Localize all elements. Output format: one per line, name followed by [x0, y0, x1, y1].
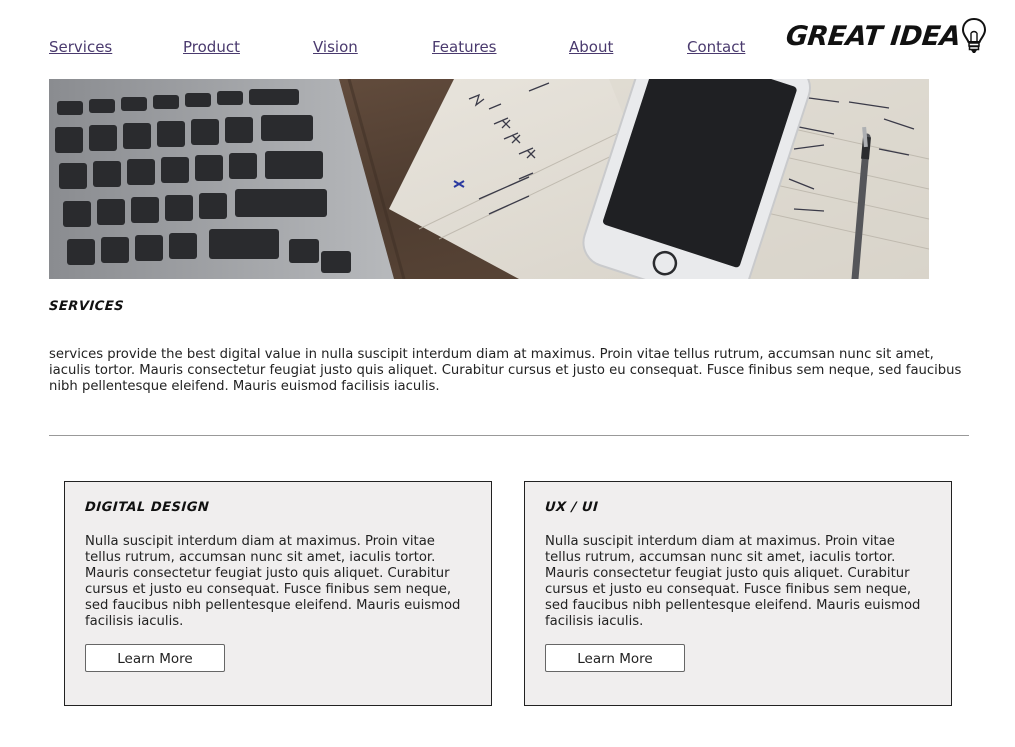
card-text: Nulla suscipit interdum diam at maximus.… [545, 534, 921, 629]
services-description: services provide the best digital value … [49, 347, 962, 394]
nav-link-product[interactable]: Product [183, 38, 240, 56]
hero-image [49, 79, 929, 279]
learn-more-button-digital-design[interactable]: Learn More [85, 644, 225, 672]
section-divider [49, 435, 969, 436]
lightbulb-icon [962, 17, 987, 53]
nav-link-about[interactable]: About [569, 38, 613, 56]
site-logo[interactable]: GREAT IDEA [784, 16, 987, 56]
learn-more-button-ux-ui[interactable]: Learn More [545, 644, 685, 672]
hero-illustration [49, 79, 929, 279]
services-heading: Services [48, 299, 125, 314]
nav-link-services[interactable]: Services [49, 38, 112, 56]
card-text: Nulla suscipit interdum diam at maximus.… [85, 534, 461, 629]
nav-link-vision[interactable]: Vision [313, 38, 358, 56]
nav-link-features[interactable]: Features [432, 38, 497, 56]
logo-text: GREAT IDEA [784, 20, 962, 52]
card-digital-design: Digital Design Nulla suscipit interdum d… [64, 481, 492, 706]
card-title: UX / UI [544, 500, 599, 515]
nav-link-contact[interactable]: Contact [687, 38, 745, 56]
card-title: Digital Design [84, 500, 210, 515]
card-ux-ui: UX / UI Nulla suscipit interdum diam at … [524, 481, 952, 706]
